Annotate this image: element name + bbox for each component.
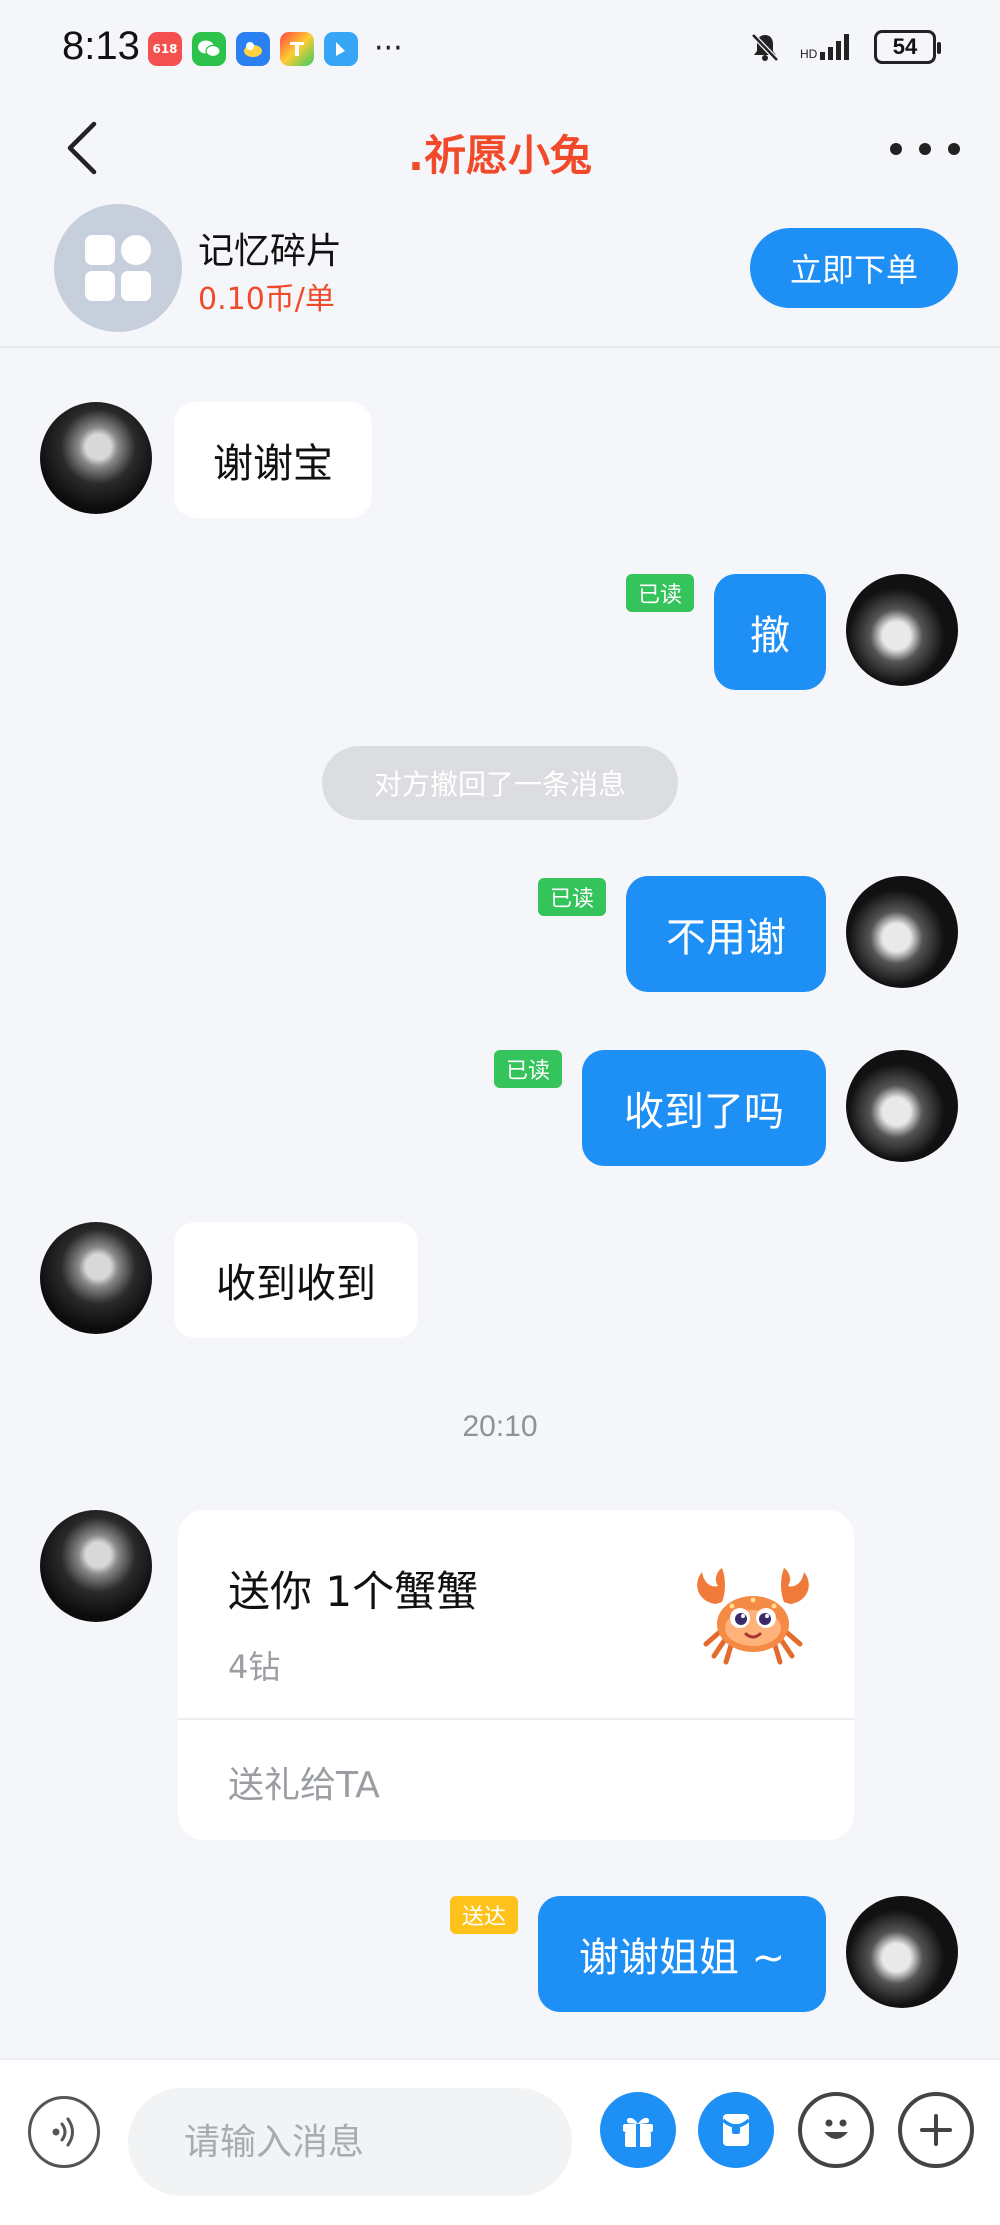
app-icon-1: 618 <box>148 32 182 66</box>
message-bubble-outgoing[interactable]: 谢谢姐姐 ~ <box>538 1896 826 2012</box>
grid-cell <box>85 271 115 301</box>
avatar[interactable] <box>40 1510 152 1622</box>
battery-level: 54 <box>892 34 918 59</box>
message-input[interactable] <box>128 2088 572 2196</box>
avatar[interactable] <box>846 574 958 686</box>
send-gift-link[interactable]: 送礼给TA <box>228 1756 380 1808</box>
status-right: HD 54 <box>748 30 941 64</box>
message-timestamp: 20:10 <box>462 1410 538 1443</box>
read-status-badge: 已读 <box>538 878 607 916</box>
emoji-button[interactable] <box>798 2092 874 2168</box>
grid-cell <box>121 235 151 265</box>
apps-grid-icon <box>54 204 182 332</box>
wechat-icon <box>192 32 226 66</box>
product-banner: 记忆碎片 0.10币/单 立即下单 <box>0 200 1000 348</box>
nav-bar: .祈愿小兔 <box>0 100 1000 200</box>
delivered-status-badge: 送达 <box>450 1896 519 1934</box>
message-bubble-incoming[interactable]: 谢谢宝 <box>174 402 372 518</box>
plus-icon <box>920 2114 952 2146</box>
signal-icon: HD <box>800 34 849 61</box>
notification-icons: 618 ··· <box>148 32 403 66</box>
divider <box>178 1718 854 1720</box>
order-now-button[interactable]: 立即下单 <box>750 228 958 308</box>
app-icon-5 <box>324 32 358 66</box>
dot-icon <box>890 143 902 155</box>
mute-bell-icon <box>751 33 779 62</box>
app-icon-1-label: 618 <box>152 42 178 56</box>
avatar[interactable] <box>846 1896 958 2008</box>
svg-text:HD: HD <box>800 47 818 61</box>
smiley-icon <box>824 2119 848 2139</box>
gift-box-icon <box>623 2117 653 2147</box>
more-actions-button[interactable] <box>898 2092 974 2168</box>
status-time: 8:13 <box>62 24 140 68</box>
voice-input-button[interactable] <box>28 2096 100 2168</box>
message-bubble-outgoing[interactable]: 撤 <box>714 574 826 690</box>
dot-icon <box>948 143 960 155</box>
gift-title: 送你 1个蟹蟹 <box>228 1567 479 1616</box>
battery-icon: 54 <box>874 30 941 64</box>
gift-price: 4钻 <box>228 1648 281 1686</box>
app-icon-3 <box>236 32 270 66</box>
message-bubble-outgoing[interactable]: 收到了吗 <box>582 1050 826 1166</box>
message-bubble-incoming[interactable]: 收到收到 <box>174 1222 418 1338</box>
avatar[interactable] <box>846 876 958 988</box>
gift-button[interactable] <box>600 2092 676 2168</box>
page-title: .祈愿小兔 <box>408 131 592 180</box>
more-options-button[interactable] <box>890 124 960 174</box>
read-status-badge: 已读 <box>494 1050 563 1088</box>
voice-icon <box>52 2117 74 2147</box>
product-price: 0.10币/单 <box>198 282 335 317</box>
product-name: 记忆碎片 <box>198 231 343 272</box>
message-bubble-outgoing[interactable]: 不用谢 <box>626 876 826 992</box>
red-packet-icon <box>721 2114 751 2146</box>
system-message: 对方撤回了一条消息 <box>322 746 678 820</box>
avatar[interactable] <box>846 1050 958 1162</box>
avatar[interactable] <box>40 1222 152 1334</box>
grid-cell <box>85 235 115 265</box>
crab-gift-icon <box>697 1568 809 1665</box>
red-packet-button[interactable] <box>698 2092 774 2168</box>
gift-card[interactable]: 送你 1个蟹蟹 4钻 送礼给TA <box>178 1510 854 1840</box>
app-icon-4 <box>280 32 314 66</box>
input-bar <box>0 2058 1000 2225</box>
grid-cell <box>121 271 151 301</box>
status-bar: 8:13 618 ··· HD 54 <box>0 0 1000 100</box>
avatar[interactable] <box>40 402 152 514</box>
more-notifications-icon: ··· <box>374 31 403 66</box>
read-status-badge: 已读 <box>626 574 695 612</box>
dot-icon <box>919 143 931 155</box>
